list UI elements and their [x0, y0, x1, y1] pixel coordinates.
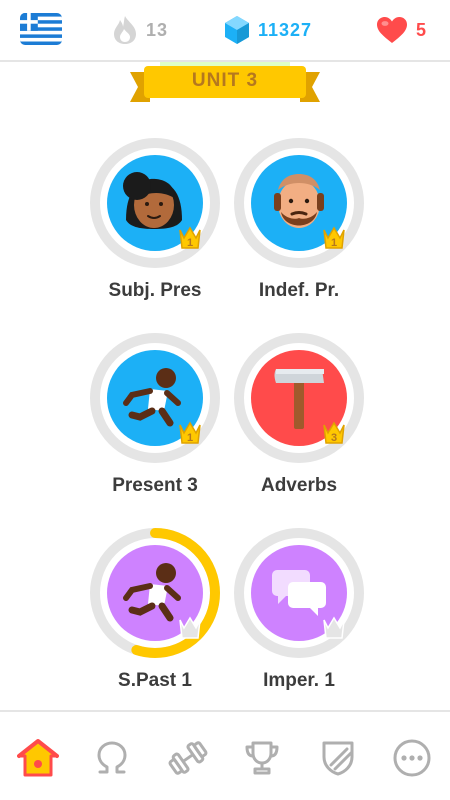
svg-text:1: 1 [331, 237, 337, 249]
skill-label: Imper. 1 [263, 670, 335, 691]
omega-icon [97, 741, 127, 774]
bottom-navigation [0, 710, 450, 800]
skill-indef-pr[interactable]: 1 Indef. Pr. [234, 138, 364, 328]
skill-s-past-1[interactable]: S.Past 1 [90, 528, 220, 718]
heart-icon [377, 17, 407, 43]
streak-counter[interactable]: 13 [112, 14, 168, 46]
trophy-icon [245, 741, 279, 775]
skill-adverbs[interactable]: 3 Adverbs [234, 333, 364, 523]
skill-imper-1[interactable]: Imper. 1 [234, 528, 364, 718]
gems-count: 11327 [258, 19, 313, 40]
nav-practice[interactable] [166, 736, 210, 780]
gem-icon [225, 16, 249, 44]
skill-label: Indef. Pr. [258, 280, 340, 301]
svg-text:1: 1 [187, 432, 193, 444]
skill-subj-pres[interactable]: 1 Subj. Pres [90, 138, 220, 328]
greek-flag-icon[interactable] [20, 13, 62, 45]
more-icon [393, 739, 431, 777]
svg-text:3: 3 [331, 432, 337, 444]
hearts-count: 5 [416, 19, 428, 40]
dumbbell-icon [168, 741, 208, 775]
skill-present-3[interactable]: 1 Present 3 [90, 333, 220, 523]
flame-icon [114, 16, 136, 44]
home-icon [17, 739, 59, 777]
nav-more[interactable] [390, 736, 434, 780]
nav-learn[interactable] [16, 736, 60, 780]
unit-banner: UNIT 3 [130, 62, 320, 106]
gems-counter[interactable]: 11327 [224, 14, 312, 46]
nav-leaderboards[interactable] [240, 736, 284, 780]
svg-text:1: 1 [187, 237, 193, 249]
nav-shop[interactable] [316, 736, 360, 780]
top-bar: 13 11327 5 [0, 0, 450, 62]
shield-icon [322, 741, 354, 776]
streak-count: 13 [146, 19, 169, 40]
nav-stories[interactable] [90, 736, 134, 780]
hearts-counter[interactable]: 5 [376, 14, 427, 46]
unit-title: UNIT 3 [191, 70, 259, 91]
skill-label: Adverbs [260, 475, 338, 496]
